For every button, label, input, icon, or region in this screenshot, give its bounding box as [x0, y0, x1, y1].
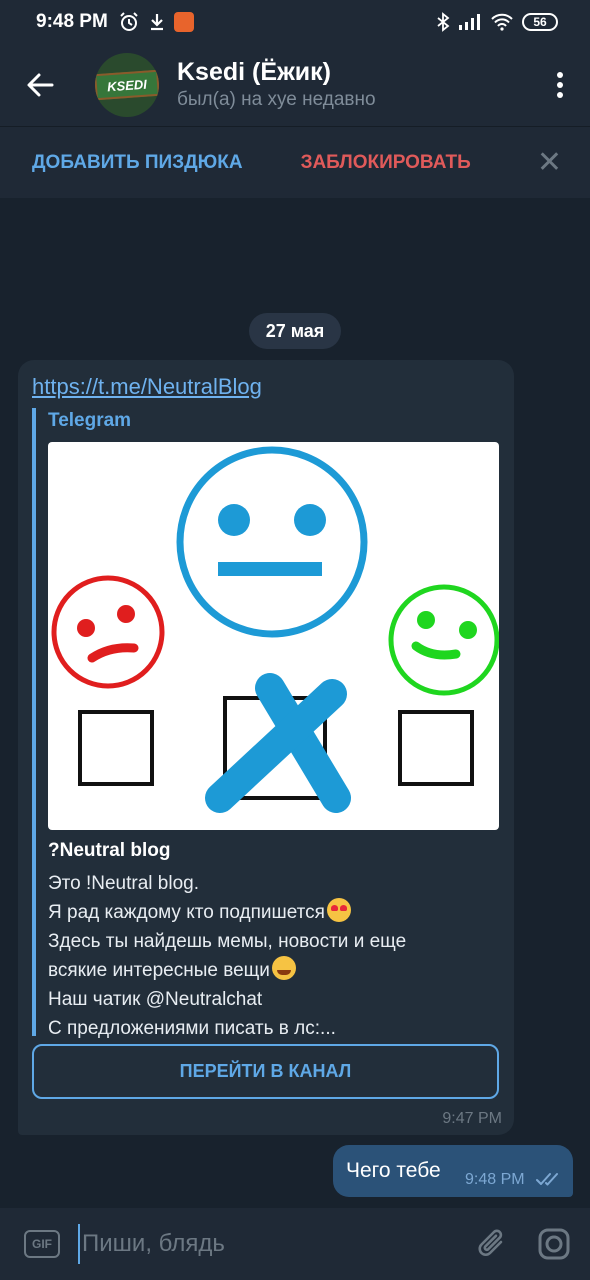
- back-button[interactable]: [0, 44, 80, 126]
- description-line: всякие интересные вещи: [48, 956, 503, 985]
- description-line: С предложениями писать в лс:...: [48, 1018, 336, 1039]
- preview-description: Это !Neutral blog. Я рад каждому кто под…: [48, 869, 503, 1043]
- message-text: Чего тебе: [346, 1159, 441, 1182]
- message-input-bar: GIF: [0, 1208, 590, 1280]
- message-link[interactable]: https://t.me/NeutralBlog: [32, 374, 262, 400]
- avatar[interactable]: KSEDI: [95, 53, 159, 117]
- arrow-left-icon: [27, 73, 54, 97]
- status-icons-left: [118, 11, 194, 33]
- preview-title: ?Neutral blog: [48, 840, 171, 861]
- preview-site-name: Telegram: [48, 410, 132, 431]
- open-channel-button[interactable]: ПЕРЕЙТИ В КАНАЛ: [32, 1044, 499, 1099]
- status-bar: 9:48 PM 56: [0, 0, 590, 44]
- instagram-camera-icon: [538, 1228, 570, 1260]
- status-time: 9:48 PM: [36, 11, 108, 32]
- chat-status: был(а) на хуе недавно: [177, 89, 376, 110]
- paperclip-icon: [478, 1229, 503, 1256]
- gif-button[interactable]: GIF: [24, 1230, 60, 1258]
- alarm-icon: [120, 12, 138, 31]
- avatar-text: KSEDI: [95, 69, 159, 101]
- incoming-message-bubble[interactable]: https://t.me/NeutralBlog Telegram ?Neutr…: [18, 360, 514, 1135]
- description-line: Здесь ты найдешь мемы, новости и еще: [48, 931, 407, 952]
- link-preview[interactable]: Telegram ?Neutral blog Это !Neutral blog…: [32, 408, 500, 1039]
- double-check-icon: [536, 1173, 558, 1186]
- heart-eyes-emoji-icon: [326, 898, 351, 922]
- description-line: Я рад каждому кто подпишется: [48, 898, 503, 927]
- description-line: Это !Neutral blog.: [48, 873, 199, 894]
- chat-title: Ksedi (Ёжик): [177, 58, 332, 86]
- close-icon[interactable]: ✕: [537, 147, 562, 178]
- preview-image[interactable]: [48, 442, 499, 830]
- camera-button[interactable]: [522, 1227, 586, 1261]
- laughing-emoji-icon: [271, 956, 296, 980]
- outgoing-message-bubble[interactable]: Чего тебе 9:48 PM: [333, 1145, 573, 1197]
- bluetooth-icon: [437, 12, 450, 32]
- message-time: 9:47 PM: [442, 1110, 502, 1127]
- wifi-icon: [491, 13, 513, 31]
- date-separator: 27 мая: [249, 313, 341, 349]
- message-time: 9:48 PM: [465, 1171, 525, 1188]
- more-menu-button[interactable]: [530, 44, 590, 126]
- add-contact-button[interactable]: ДОБАВИТЬ ПИЗДЮКА: [32, 152, 243, 174]
- battery-icon: 56: [522, 13, 558, 31]
- app-notification-icon: [173, 12, 194, 32]
- message-input[interactable]: [78, 1224, 462, 1264]
- attach-button[interactable]: [462, 1227, 522, 1261]
- status-icons-right: 56: [436, 12, 558, 32]
- description-line: Наш чатик @Neutralchat: [48, 989, 263, 1010]
- more-vertical-icon: [557, 72, 563, 98]
- signal-icon: [459, 14, 480, 30]
- block-user-button[interactable]: ЗАБЛОКИРОВАТЬ: [301, 152, 471, 174]
- chat-header: KSEDI Ksedi (Ёжик) был(а) на хуе недавно: [0, 44, 590, 126]
- spam-action-bar: ДОБАВИТЬ ПИЗДЮКА ЗАБЛОКИРОВАТЬ ✕: [0, 126, 590, 198]
- download-icon: [150, 14, 163, 31]
- neutral-faces-illustration: [51, 446, 499, 813]
- chat-info[interactable]: Ksedi (Ёжик) был(а) на хуе недавно: [177, 57, 530, 113]
